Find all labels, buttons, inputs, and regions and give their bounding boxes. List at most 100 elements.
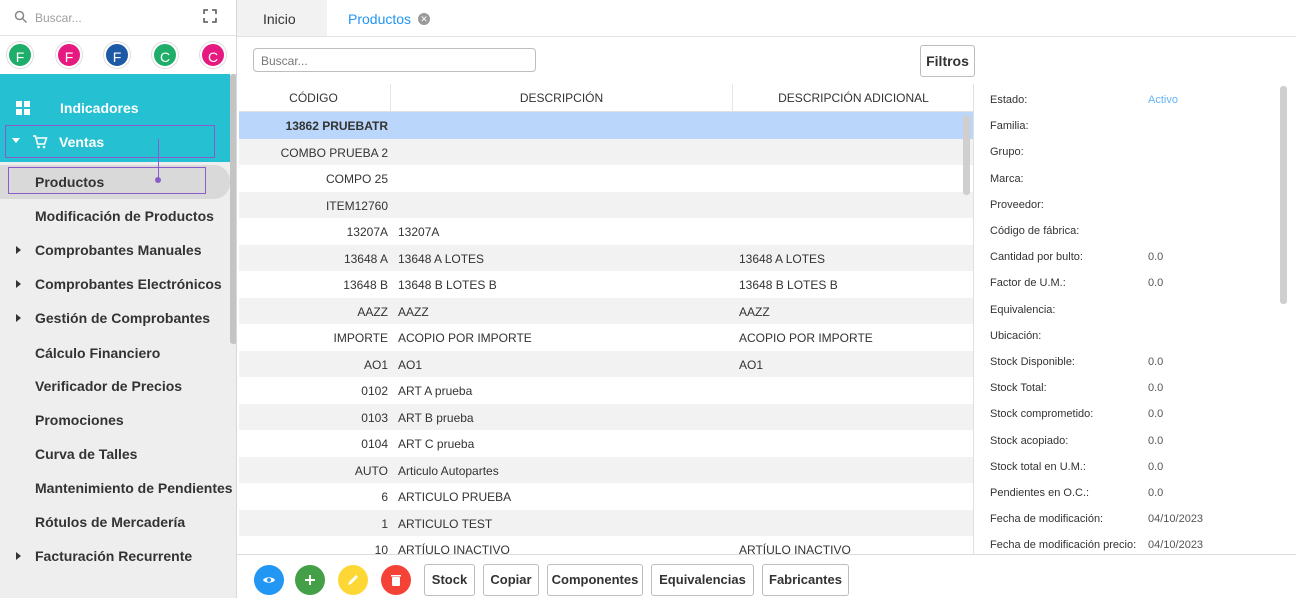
column-header[interactable]: DESCRIPCIÓN ADICIONAL [733,91,973,105]
detail-value: 0.0 [1148,277,1164,290]
table-header: CÓDIGO DESCRIPCIÓN DESCRIPCIÓN ADICIONAL [239,84,973,112]
stock-button[interactable]: Stock [424,564,475,596]
detail-label: Pendientes en O.C.: [990,487,1090,499]
table-row[interactable]: 6 ARTICULO PRUEBA [239,483,973,510]
view-button[interactable] [254,565,284,595]
detail-value: 0.0 [1148,434,1164,447]
table-cell: ART C prueba [398,437,475,451]
search-input[interactable]: Buscar... [253,48,536,72]
avatar[interactable]: F [56,42,82,68]
table-cell: AO1 [739,357,764,372]
plus-icon [305,575,315,585]
table-cell: AAZZ [357,304,388,319]
componentes-button[interactable]: Componentes [547,564,643,596]
sidebar-item-comprobantes-manuales[interactable]: Comprobantes Manuales [0,233,230,267]
sidebar-item-curva-talles[interactable]: Curva de Talles [0,437,230,471]
table-cell: ARTÍULO INACTIVO [398,543,510,554]
details-panel: Estado: Activo Familia: Grupo: Marca: Proveed… [975,84,1275,554]
table-row[interactable]: 0102 ART A prueba [239,377,973,404]
table-row[interactable]: 13648 B 13648 B LOTES B 13648 B LOTES B [239,271,973,298]
table-row[interactable]: 1 ARTICULO TEST [239,509,973,536]
table-row[interactable]: 13862 PRUEBATR [239,112,973,139]
edit-button[interactable] [338,565,368,595]
eye-icon [263,577,275,583]
avatar[interactable]: C [200,42,226,68]
sidebar-item-label: Modificación de Productos [35,208,214,224]
detail-label: Stock acopiado: [990,434,1069,447]
detail-label: Proveedor: [990,198,1044,211]
caret-right-icon [16,280,21,288]
sidebar-item-label: Curva de Talles [35,446,138,462]
sidebar-item-modificacion-productos[interactable]: Modificación de Productos [0,199,230,233]
table-cell: 13207A [346,225,388,239]
avatar[interactable]: C [152,42,178,68]
sidebar-item-promociones[interactable]: Promociones [0,403,230,437]
table-cell: AUTO [354,463,388,478]
table-row[interactable]: 0103 ART B prueba [239,403,973,430]
table-scrollbar[interactable] [963,115,970,195]
table-cell: 0102 [361,384,388,398]
table-cell: Articulo Autopartes [398,463,499,478]
table-row[interactable]: IMPORTE ACOPIO POR IMPORTE ACOPIO POR IMPO… [239,324,973,351]
table-row[interactable]: AAZZ AAZZ AAZZ [239,297,973,324]
avatar[interactable]: F [7,42,33,68]
pencil-icon [348,575,358,585]
caret-right-icon [16,314,21,322]
sidebar-item-gestion-comprobantes[interactable]: Gestión de Comprobantes [0,301,230,335]
table-row[interactable]: ITEM12760 [239,191,973,218]
sidebar-item-label: Comprobantes Electrónicos [35,276,222,292]
table-cell: ARTÍULO INACTIVO [739,543,851,554]
detail-label: Stock comprometido: [990,408,1094,421]
detail-label: Grupo: [990,146,1024,159]
column-header[interactable]: CÓDIGO [239,91,388,105]
sidebar-search[interactable]: Buscar... [0,0,236,36]
tab-label: Inicio [263,11,296,27]
sidebar-item-label: Gestión de Comprobantes [35,310,211,326]
sidebar-item-mantenimiento-pendientes[interactable]: Mantenimiento de Pendientes [0,471,233,505]
add-button[interactable] [295,565,325,595]
detail-value: 0.0 [1148,251,1164,264]
table-cell: 13207A [398,225,440,239]
sidebar-item-calculo-financiero[interactable]: Cálculo Financiero [0,336,230,370]
table-cell: 1 [381,516,388,531]
sidebar-item-label: Rótulos de Mercadería [35,514,186,530]
sidebar-item-rotulos-mercaderia[interactable]: Rótulos de Mercadería [0,505,230,539]
delete-button[interactable] [381,565,411,595]
fabricantes-button[interactable]: Fabricantes [762,564,849,596]
fullscreen-icon[interactable] [203,9,217,23]
sidebar-item-ventas[interactable]: Ventas [5,125,215,158]
dashboard-icon [16,101,30,115]
details-scrollbar[interactable] [1280,86,1287,304]
sidebar-item-verificador-precios[interactable]: Verificador de Precios [0,369,230,403]
table-row[interactable]: COMPO 25 [239,165,973,192]
avatar-bar: F F F C C [0,36,236,74]
sidebar-item-comprobantes-electronicos[interactable]: Comprobantes Electrónicos [0,267,230,301]
table-row[interactable]: 10 ARTÍULO INACTIVO ARTÍULO INACTIVO [239,536,973,554]
trash-icon [391,575,401,586]
table-row[interactable]: 13207A 13207A [239,218,973,245]
filtros-button[interactable]: Filtros [920,45,975,77]
close-icon[interactable]: ✕ [418,13,430,25]
table-row[interactable]: AO1 AO1 AO1 [239,350,973,377]
copiar-button[interactable]: Copiar [483,564,539,596]
detail-label: Stock Disponible: [990,356,1075,368]
table-cell: ITEM12760 [325,198,388,213]
table-cell: COMBO PRUEBA 2 [280,145,388,160]
tab-inicio[interactable]: Inicio [237,0,327,36]
sidebar-scrollbar[interactable] [230,74,236,344]
table-row[interactable]: 0104 ART C prueba [239,430,973,457]
sidebar-item-label: Comprobantes Manuales [35,242,202,258]
table-row[interactable]: COMBO PRUEBA 2 [239,138,973,165]
sidebar-item-productos[interactable]: Productos [0,165,230,199]
tab-productos[interactable]: Productos ✕ [329,0,439,36]
equivalencias-button[interactable]: Equivalencias [651,564,754,596]
table-row[interactable]: AUTO Articulo Autopartes [239,456,973,483]
bottom-toolbar: Stock Copiar Componentes Equivalencias F… [237,554,1296,598]
table-row[interactable]: 13648 A 13648 A LOTES 13648 A LOTES [239,244,973,271]
table-cell: ARTICULO TEST [398,516,493,531]
sidebar-item-facturacion-recurrente[interactable]: Facturación Recurrente [0,539,230,573]
column-header[interactable]: DESCRIPCIÓN [391,91,732,105]
detail-label: Estado: [990,94,1028,106]
avatar[interactable]: F [104,42,130,68]
search-placeholder: Buscar... [261,54,308,68]
